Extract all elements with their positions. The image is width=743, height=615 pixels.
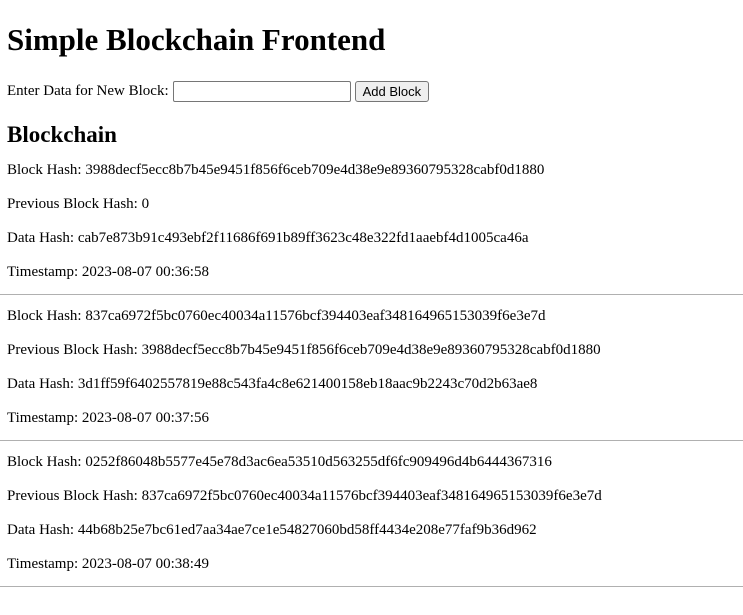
new-block-data-label: Enter Data for New Block: [7,82,169,99]
previous-hash-value: 0 [141,196,150,212]
previous-hash-row: Previous Block Hash: 0 [7,187,743,221]
data-hash-value: 44b68b25e7bc61ed7aa34ae7ce1e54827060bd58… [77,522,537,538]
timestamp-label: Timestamp: [7,556,79,572]
block-hash-value: 837ca6972f5bc0760ec40034a11576bcf394403e… [85,308,546,324]
data-hash-label: Data Hash: [7,522,75,538]
block-list: Block Hash: 3988decf5ecc8b7b45e9451f856f… [0,153,743,587]
block-hash-label: Block Hash: [7,162,82,178]
timestamp-label: Timestamp: [7,264,79,280]
block-hash-label: Block Hash: [7,308,82,324]
add-block-form: Enter Data for New Block: Add Block [7,80,743,102]
data-hash-row: Data Hash: 44b68b25e7bc61ed7aa34ae7ce1e5… [7,513,743,547]
block: Block Hash: 3988decf5ecc8b7b45e9451f856f… [0,153,743,295]
block-hash-row: Block Hash: 837ca6972f5bc0760ec40034a115… [7,299,743,333]
block-divider [0,586,743,587]
block-hash-value: 3988decf5ecc8b7b45e9451f856f6ceb709e4d38… [85,162,545,178]
previous-hash-value: 3988decf5ecc8b7b45e9451f856f6ceb709e4d38… [141,342,601,358]
new-block-data-input[interactable] [172,80,351,102]
previous-hash-value: 837ca6972f5bc0760ec40034a11576bcf394403e… [141,488,602,504]
timestamp-label: Timestamp: [7,410,79,426]
data-hash-row: Data Hash: cab7e873b91c493ebf2f11686f691… [7,221,743,255]
timestamp-value: 2023-08-07 00:38:49 [81,556,209,572]
block: Block Hash: 837ca6972f5bc0760ec40034a115… [0,299,743,441]
block: Block Hash: 0252f86048b5577e45e78d3ac6ea… [0,445,743,587]
page: Simple Blockchain Frontend Enter Data fo… [0,0,743,587]
page-title: Simple Blockchain Frontend [7,22,386,57]
timestamp-row: Timestamp: 2023-08-07 00:38:49 [7,547,743,581]
block-hash-row: Block Hash: 3988decf5ecc8b7b45e9451f856f… [7,153,743,187]
previous-hash-label: Previous Block Hash: [7,342,138,358]
previous-hash-label: Previous Block Hash: [7,488,138,504]
timestamp-row: Timestamp: 2023-08-07 00:37:56 [7,401,743,435]
data-hash-row: Data Hash: 3d1ff59f6402557819e88c543fa4c… [7,367,743,401]
add-block-button[interactable]: Add Block [354,80,430,102]
previous-hash-label: Previous Block Hash: [7,196,138,212]
previous-hash-row: Previous Block Hash: 837ca6972f5bc0760ec… [7,479,743,513]
data-hash-label: Data Hash: [7,376,75,392]
data-hash-value: 3d1ff59f6402557819e88c543fa4c8e621400158… [77,376,538,392]
block-divider [0,440,743,441]
timestamp-value: 2023-08-07 00:37:56 [81,410,209,426]
block-hash-label: Block Hash: [7,454,82,470]
timestamp-row: Timestamp: 2023-08-07 00:36:58 [7,255,743,289]
block-hash-row: Block Hash: 0252f86048b5577e45e78d3ac6ea… [7,445,743,479]
data-hash-label: Data Hash: [7,230,75,246]
previous-hash-row: Previous Block Hash: 3988decf5ecc8b7b45e… [7,333,743,367]
blockchain-heading: Blockchain [7,122,117,147]
data-hash-value: cab7e873b91c493ebf2f11686f691b89ff3623c4… [77,230,529,246]
block-divider [0,294,743,295]
timestamp-value: 2023-08-07 00:36:58 [81,264,209,280]
block-hash-value: 0252f86048b5577e45e78d3ac6ea53510d563255… [85,454,552,470]
